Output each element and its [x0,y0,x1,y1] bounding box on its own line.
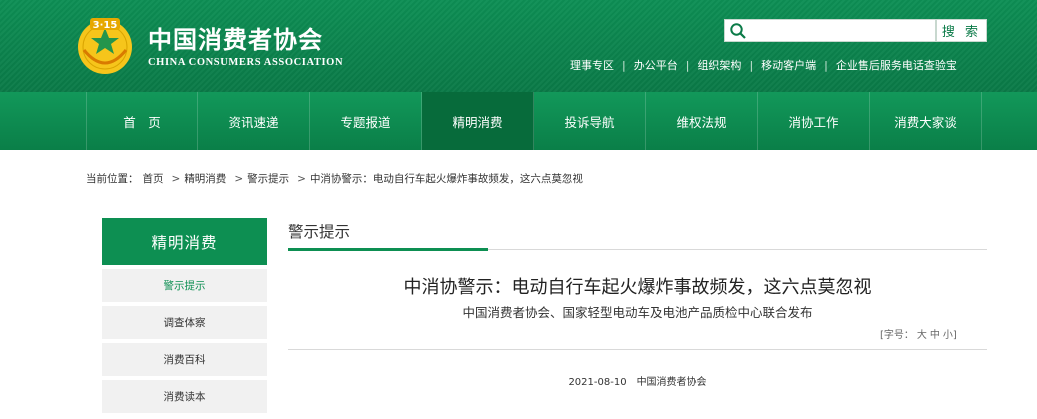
section-title: 警示提示 [288,223,351,241]
top-link-council[interactable]: 理事专区 [570,59,614,72]
top-link-separator: | [749,59,754,72]
font-size-control: [字号：大中小] [880,326,957,341]
sidebar-item-encyclopedia[interactable]: 消费百科 [102,343,267,376]
top-link-separator: | [622,59,626,72]
nav-items: 首 页 资讯速递 专题报道 精明消费 投诉导航 维权法规 消协工作 消费大家谈 [86,92,982,150]
svg-text:3·15: 3·15 [93,20,118,31]
breadcrumb-arrow: > [171,173,181,185]
nav-item-discussion[interactable]: 消费大家谈 [870,92,982,150]
article-source: 中国消费者协会 [636,377,707,388]
sidebar-item-reader[interactable]: 消费读本 [102,380,267,413]
nav-item-smart-consumption[interactable]: 精明消费 [422,92,534,150]
article-meta: 2021-08-10 中国消费者协会 [288,373,987,388]
article-subtitle: 中国消费者协会、国家轻型电动车及电池产品质检中心联合发布 [462,305,813,320]
top-link-service-check[interactable]: 企业售后服务电话查验宝 [836,59,957,72]
section-divider-accent [288,248,488,251]
nav-item-complaint[interactable]: 投诉导航 [534,92,646,150]
breadcrumb-smart-consumption[interactable]: 精明消费 [184,173,226,185]
breadcrumb-prefix: 当前位置： [86,173,139,185]
search-icon [730,23,746,39]
breadcrumb-warnings[interactable]: 警示提示 [247,173,289,185]
font-size-small[interactable]: 小 [943,330,953,341]
search-box [724,19,936,42]
main-nav: 首 页 资讯速递 专题报道 精明消费 投诉导航 维权法规 消协工作 消费大家谈 [0,92,1037,150]
top-link-mobile[interactable]: 移动客户端 [761,59,816,72]
site-header: 3·15 中国消费者协会 CHINA CONSUMERS ASSOCIATION… [0,0,1037,92]
search-button[interactable]: 搜 索 [936,19,987,42]
sidebar: 精明消费 警示提示 调查体察 消费百科 消费读本 [102,218,267,413]
top-link-separator: | [685,59,690,72]
nav-item-home[interactable]: 首 页 [86,92,198,150]
breadcrumb-current: 中消协警示：电动自行车起火爆炸事故频发，这六点莫忽视 [309,173,583,185]
article-date: 2021-08-10 [568,377,627,388]
top-link-office[interactable]: 办公平台 [634,59,678,72]
sidebar-title: 精明消费 [102,218,267,265]
breadcrumb: 当前位置： 首页 > 精明消费 > 警示提示 > 中消协警示：电动自行车起火爆炸事故频发，这六… [86,171,587,186]
nav-item-law[interactable]: 维权法规 [646,92,758,150]
cca-logo-icon[interactable]: 3·15 [76,14,134,76]
article-title: 中消协警示：电动自行车起火爆炸事故频发，这六点莫忽视 [403,277,872,298]
sidebar-item-warnings[interactable]: 警示提示 [102,269,267,302]
article-divider [288,349,987,350]
top-link-separator: | [824,59,828,72]
nav-item-special[interactable]: 专题报道 [310,92,422,150]
breadcrumb-arrow: > [297,173,306,185]
brand-name-cn[interactable]: 中国消费者协会 [148,20,323,55]
sidebar-item-survey[interactable]: 调查体察 [102,306,267,339]
font-size-large[interactable]: 大 [917,330,927,341]
top-links: 理事专区 | 办公平台 | 组织架构 | 移动客户端 | 企业售后服务电话查验宝 [570,57,957,73]
top-link-organization[interactable]: 组织架构 [697,59,741,72]
search-input[interactable] [749,21,933,40]
breadcrumb-arrow: > [234,173,244,185]
brand-name-en: CHINA CONSUMERS ASSOCIATION [148,57,344,68]
font-size-label: [字号： [880,330,914,341]
breadcrumb-home[interactable]: 首页 [143,173,164,185]
font-size-end: ] [952,330,957,341]
nav-item-news[interactable]: 资讯速递 [198,92,310,150]
font-size-medium[interactable]: 中 [930,330,940,341]
nav-item-work[interactable]: 消协工作 [758,92,870,150]
